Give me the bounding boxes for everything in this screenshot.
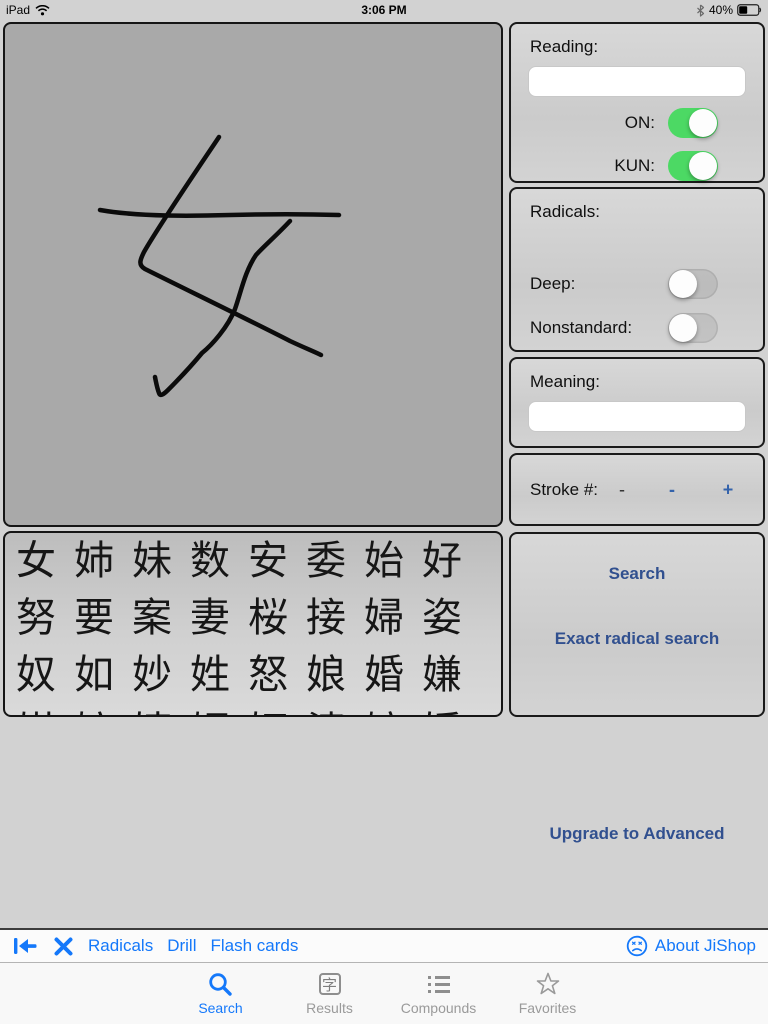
handwriting-canvas[interactable] <box>3 22 503 527</box>
clear-canvas-icon[interactable] <box>53 936 74 957</box>
candidate-kanji[interactable]: 如 <box>65 647 123 704</box>
candidate-kanji[interactable]: 委 <box>297 533 355 590</box>
meaning-panel: Meaning: <box>509 357 765 448</box>
toggle-knob <box>689 109 717 137</box>
deep-toggle[interactable] <box>668 269 718 299</box>
stroke-count-label: Stroke #: <box>530 480 598 500</box>
stroke-increment-button[interactable]: + <box>723 479 734 500</box>
reading-input[interactable] <box>528 66 746 97</box>
ink-stroke <box>100 210 339 216</box>
candidate-kanji-grid[interactable]: 女 姉 妹 数 安 委 始 好 努 要 案 妻 桜 接 婦 姿 奴 如 妙 姓 … <box>3 531 503 717</box>
candidate-kanji[interactable]: 媛 <box>413 704 471 717</box>
kun-label: KUN: <box>614 156 655 176</box>
on-toggle[interactable] <box>668 108 718 138</box>
candidate-kanji[interactable]: 嫁 <box>65 704 123 717</box>
tab-label: Search <box>198 1000 242 1016</box>
candidate-kanji[interactable]: 嫌 <box>413 647 471 704</box>
search-button[interactable]: Search <box>511 564 763 584</box>
flash-cards-link[interactable]: Flash cards <box>210 936 298 956</box>
radicals-link[interactable]: Radicals <box>88 936 153 956</box>
star-icon <box>535 969 561 999</box>
candidate-kanji[interactable]: 始 <box>355 533 413 590</box>
handwriting-ink <box>5 24 501 525</box>
stroke-count-value: - <box>619 479 625 500</box>
search-icon <box>207 969 234 999</box>
candidate-kanji[interactable]: 嫡 <box>355 704 413 717</box>
toggle-knob <box>669 270 697 298</box>
stroke-count-panel: Stroke #: - - + <box>509 453 765 526</box>
candidate-kanji[interactable]: 怒 <box>239 647 297 704</box>
toggle-knob <box>669 314 697 342</box>
candidate-kanji[interactable]: 婆 <box>297 704 355 717</box>
candidate-kanji[interactable]: 姻 <box>181 704 239 717</box>
candidate-kanji[interactable]: 娘 <box>297 647 355 704</box>
candidate-kanji[interactable]: 奴 <box>7 647 65 704</box>
about-jishop-link[interactable]: About JiShop <box>655 936 756 956</box>
candidate-kanji[interactable]: 姉 <box>65 533 123 590</box>
nonstandard-label: Nonstandard: <box>530 318 668 338</box>
meaning-title: Meaning: <box>530 372 763 392</box>
candidate-kanji[interactable]: 婦 <box>355 590 413 647</box>
reading-title: Reading: <box>530 37 763 57</box>
candidate-kanji[interactable]: 婚 <box>355 647 413 704</box>
exact-radical-search-button[interactable]: Exact radical search <box>511 629 763 649</box>
clock: 3:06 PM <box>0 3 768 17</box>
candidate-kanji[interactable]: 女 <box>7 533 65 590</box>
upgrade-to-advanced-button[interactable]: Upgrade to Advanced <box>509 824 765 844</box>
tab-bar: Search 字 Results Compounds <box>0 962 768 1024</box>
tab-search[interactable]: Search <box>166 969 275 1016</box>
candidate-kanji[interactable]: 努 <box>7 590 65 647</box>
on-label: ON: <box>625 113 655 133</box>
undo-stroke-icon[interactable] <box>12 935 39 957</box>
sad-face-icon[interactable] <box>626 935 648 957</box>
tab-label: Favorites <box>519 1000 577 1016</box>
radicals-title: Radicals: <box>530 202 763 222</box>
tab-label: Results <box>306 1000 353 1016</box>
stroke-decrement-button[interactable]: - <box>669 479 675 500</box>
candidate-kanji[interactable]: 媒 <box>7 704 65 717</box>
candidate-kanji[interactable]: 嬉 <box>123 704 181 717</box>
candidate-kanji[interactable]: 案 <box>123 590 181 647</box>
tab-results[interactable]: 字 Results <box>275 969 384 1016</box>
meaning-input[interactable] <box>528 401 746 432</box>
candidate-row: 努 要 案 妻 桜 接 婦 姿 <box>5 590 501 647</box>
candidate-kanji[interactable]: 妬 <box>239 704 297 717</box>
candidate-kanji[interactable]: 妻 <box>181 590 239 647</box>
candidate-kanji[interactable]: 数 <box>181 533 239 590</box>
candidate-kanji[interactable]: 接 <box>297 590 355 647</box>
candidate-kanji[interactable]: 好 <box>413 533 471 590</box>
list-icon <box>428 969 450 999</box>
kanji-character-icon: 字 <box>319 969 341 999</box>
deep-label: Deep: <box>530 274 668 294</box>
candidate-kanji[interactable]: 姓 <box>181 647 239 704</box>
toggle-knob <box>689 152 717 180</box>
drill-link[interactable]: Drill <box>167 936 196 956</box>
search-panel: Search Exact radical search <box>509 532 765 717</box>
candidate-row: 女 姉 妹 数 安 委 始 好 <box>5 533 501 590</box>
candidate-kanji[interactable]: 桜 <box>239 590 297 647</box>
candidate-kanji[interactable]: 妙 <box>123 647 181 704</box>
candidate-row: 奴 如 妙 姓 怒 娘 婚 嫌 <box>5 647 501 704</box>
bottom-toolbar: Radicals Drill Flash cards About JiShop <box>0 928 768 962</box>
tab-label: Compounds <box>401 1000 477 1016</box>
tab-compounds[interactable]: Compounds <box>384 969 493 1016</box>
status-bar: iPad 3:06 PM 40% <box>0 0 768 20</box>
candidate-kanji[interactable]: 安 <box>239 533 297 590</box>
candidate-kanji[interactable]: 要 <box>65 590 123 647</box>
candidate-kanji[interactable]: 姿 <box>413 590 471 647</box>
tab-favorites[interactable]: Favorites <box>493 969 602 1016</box>
reading-panel: Reading: ON: KUN: <box>509 22 765 183</box>
candidate-kanji[interactable]: 妹 <box>123 533 181 590</box>
kun-toggle[interactable] <box>668 151 718 181</box>
radicals-panel: Radicals: Deep: Nonstandard: <box>509 187 765 352</box>
candidate-row-partial: 媒 嫁 嬉 姻 妬 婆 嫡 媛 <box>5 704 501 717</box>
nonstandard-toggle[interactable] <box>668 313 718 343</box>
